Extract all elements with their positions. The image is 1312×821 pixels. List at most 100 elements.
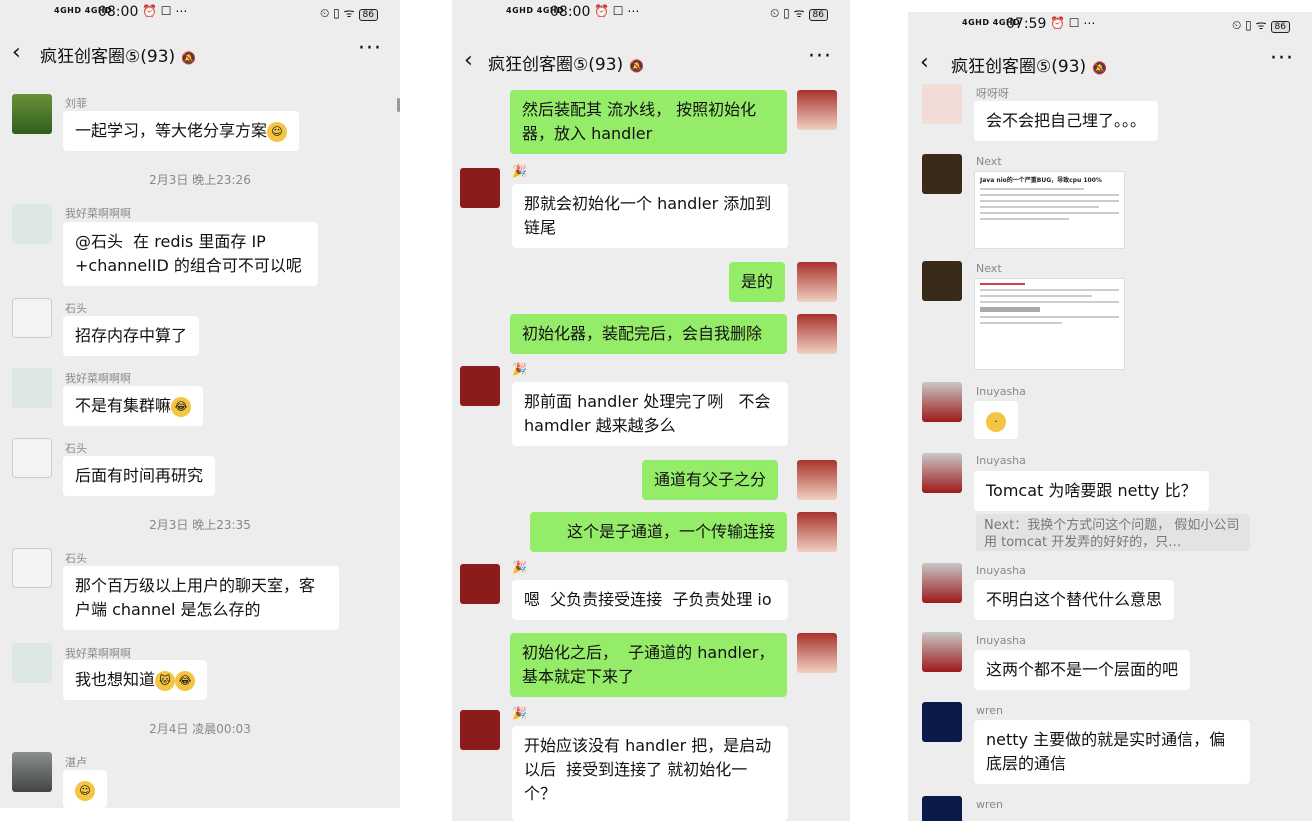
chat-header: ‹ 疯狂创客圈⑤(93) 🔕 ··· bbox=[452, 40, 850, 84]
image-text-line bbox=[980, 194, 1119, 196]
message-bubble[interactable]: 嗯 父负责接受连接 子负责处理 io bbox=[512, 580, 788, 620]
message-bubble[interactable]: 这两个都不是一个层面的吧 bbox=[974, 650, 1191, 690]
message-bubble[interactable]: netty 主要做的就是实时通信，偏底层的通信 bbox=[974, 720, 1250, 784]
message-bubble[interactable]: 那个百万级以上用户的聊天室，客户端 channel 是怎么存的 bbox=[63, 566, 339, 630]
message-bubble[interactable]: 招存内存中算了 bbox=[63, 316, 200, 356]
emoji-laugh-cry-icon: 😂 bbox=[175, 670, 196, 691]
avatar[interactable] bbox=[12, 368, 52, 408]
avatar[interactable] bbox=[12, 94, 52, 134]
back-arrow-icon[interactable]: ‹ bbox=[464, 48, 473, 73]
avatar[interactable] bbox=[922, 382, 962, 422]
image-text-line bbox=[980, 200, 1119, 202]
avatar[interactable] bbox=[12, 298, 52, 338]
sender-name: 石头 bbox=[65, 552, 87, 565]
quoted-reply[interactable]: Next：我换个方式问这个问题， 假如小公司 用 tomcat 开发弄的好好的，… bbox=[976, 514, 1250, 551]
message-bubble[interactable]: 这个是子通道，一个传输连接 bbox=[530, 512, 787, 552]
message-bubble[interactable]: 不是有集群嘛 😂 bbox=[63, 386, 204, 426]
mute-bell-icon: 🔕 bbox=[181, 51, 197, 65]
more-options-icon[interactable]: ··· bbox=[808, 44, 832, 69]
sender-name: wren bbox=[976, 798, 1004, 811]
notification-icons: ⏰ ☐ ⋯ bbox=[1050, 16, 1096, 30]
avatar[interactable] bbox=[12, 643, 52, 683]
avatar[interactable] bbox=[12, 204, 52, 244]
message-bubble[interactable]: 初始化器，装配完后，会自我删除 bbox=[510, 314, 787, 354]
message-bubble[interactable]: 开始应该没有 handler 把，是启动以后 接受到连接了 就初始化一个？ bbox=[512, 726, 788, 821]
avatar[interactable] bbox=[797, 460, 837, 500]
avatar[interactable] bbox=[922, 632, 962, 672]
avatar[interactable] bbox=[922, 261, 962, 301]
emoji-speechless-icon: · bbox=[986, 411, 1006, 432]
message-bubble[interactable]: 初始化之后， 子通道的 handler，基本就定下来了 bbox=[510, 633, 787, 697]
image-text-line bbox=[980, 206, 1100, 208]
message-bubble[interactable]: 通道有父子之分 bbox=[642, 460, 779, 500]
message-bubble[interactable]: Tomcat 为啥要跟 netty 比？ bbox=[974, 471, 1209, 511]
avatar[interactable] bbox=[922, 453, 962, 493]
message-bubble[interactable]: 后面有时间再研究 bbox=[63, 456, 216, 496]
avatar[interactable] bbox=[460, 710, 500, 750]
chat-screenshot-2: 4GHD 4GHD 08:00 ⏰ ☐ ⋯ ⏲ ▯ ᯤ 86 ‹ 疯狂创客圈⑤(9… bbox=[452, 0, 850, 821]
image-text-line bbox=[980, 188, 1085, 190]
status-bar: 4GHD 4GHD 07:59 ⏰ ☐ ⋯ ⏲ ▯ ᯤ 86 bbox=[908, 12, 1312, 40]
system-icons: ⏲ ▯ ᯤ 86 bbox=[1232, 16, 1290, 33]
image-text-line bbox=[980, 283, 1025, 285]
back-arrow-icon[interactable]: ‹ bbox=[920, 50, 929, 75]
avatar[interactable] bbox=[922, 84, 962, 124]
message-bubble[interactable]: 那前面 handler 处理完了咧 不会 hamdler 越来越多么 bbox=[512, 382, 788, 446]
more-options-icon[interactable]: ··· bbox=[358, 36, 382, 61]
sender-name: Inuyasha bbox=[976, 454, 1026, 467]
avatar[interactable] bbox=[12, 438, 52, 478]
image-message[interactable] bbox=[974, 278, 1125, 370]
back-arrow-icon[interactable]: ‹ bbox=[12, 40, 21, 65]
message-bubble[interactable]: 会不会把自己埋了。。。 bbox=[974, 101, 1159, 141]
avatar[interactable] bbox=[922, 154, 962, 194]
message-bubble[interactable]: 不明白这个替代什么意思 bbox=[974, 580, 1175, 620]
avatar[interactable] bbox=[797, 512, 837, 552]
message-text: 我也想知道 bbox=[75, 670, 156, 689]
message-bubble[interactable]: ☺ bbox=[63, 770, 107, 808]
image-text-line bbox=[980, 289, 1119, 291]
avatar[interactable] bbox=[797, 90, 837, 130]
sender-name: 石头 bbox=[65, 302, 87, 315]
message-bubble[interactable]: 是的 bbox=[729, 262, 786, 302]
sender-name: 刘菲 bbox=[65, 97, 87, 110]
avatar[interactable] bbox=[12, 752, 52, 792]
avatar[interactable] bbox=[797, 262, 837, 302]
emoji-smirk-icon: ☺ bbox=[267, 121, 288, 142]
sender-name: 呀呀呀 bbox=[976, 87, 1009, 100]
sender-name: 我好菜啊啊啊 bbox=[65, 207, 131, 220]
avatar[interactable] bbox=[922, 796, 962, 821]
group-title: 疯狂创客圈⑤(93) 🔕 bbox=[488, 50, 644, 75]
avatar[interactable] bbox=[922, 702, 962, 742]
avatar[interactable] bbox=[12, 548, 52, 588]
avatar[interactable] bbox=[460, 168, 500, 208]
image-text-line bbox=[980, 295, 1092, 297]
battery-icon: 86 bbox=[1270, 21, 1290, 33]
message-bubble[interactable]: · bbox=[974, 401, 1018, 439]
image-text-line bbox=[980, 307, 1040, 312]
avatar[interactable] bbox=[922, 563, 962, 603]
scrollbar[interactable] bbox=[397, 98, 400, 112]
message-bubble[interactable]: @石头 在 redis 里面存 IP +channelID 的组合可不可以呢 bbox=[63, 222, 318, 286]
avatar[interactable] bbox=[460, 366, 500, 406]
battery-icon: 86 bbox=[358, 9, 378, 21]
alarm-vibrate-wifi-icon: ⏲ ▯ ᯤ bbox=[1231, 18, 1267, 32]
avatar[interactable] bbox=[797, 314, 837, 354]
image-text-line bbox=[980, 301, 1119, 303]
avatar[interactable] bbox=[460, 564, 500, 604]
message-bubble[interactable]: 一起学习，等大佬分享方案 ☺ bbox=[63, 111, 300, 151]
message-bubble[interactable]: 那就会初始化一个 handler 添加到链尾 bbox=[512, 184, 788, 248]
image-message[interactable]: Java nio的一个严重BUG，导致cpu 100% bbox=[974, 171, 1125, 249]
message-bubble[interactable]: 然后装配其 流水线， 按照初始化器，放入 handler bbox=[510, 90, 787, 154]
status-bar: 4GHD 4GHD 08:00 ⏰ ☐ ⋯ ⏲ ▯ ᯤ 86 bbox=[452, 0, 850, 28]
chat-screenshot-3: 4GHD 4GHD 07:59 ⏰ ☐ ⋯ ⏲ ▯ ᯤ 86 ‹ 疯狂创客圈⑤(9… bbox=[908, 12, 1312, 821]
status-time: 08:00 bbox=[98, 4, 139, 20]
more-options-icon[interactable]: ··· bbox=[1270, 46, 1294, 71]
image-text-line bbox=[980, 316, 1119, 318]
sender-name: Next bbox=[976, 155, 1002, 168]
message-bubble[interactable]: 我也想知道 🐱 😂 bbox=[63, 660, 208, 700]
emoji-laugh-cry-icon: 😂 bbox=[171, 396, 192, 417]
avatar[interactable] bbox=[797, 633, 837, 673]
sender-name: 我好菜啊啊啊 bbox=[65, 647, 131, 660]
party-popper-icon: 🎉 bbox=[512, 560, 527, 574]
image-text-line bbox=[980, 218, 1070, 220]
